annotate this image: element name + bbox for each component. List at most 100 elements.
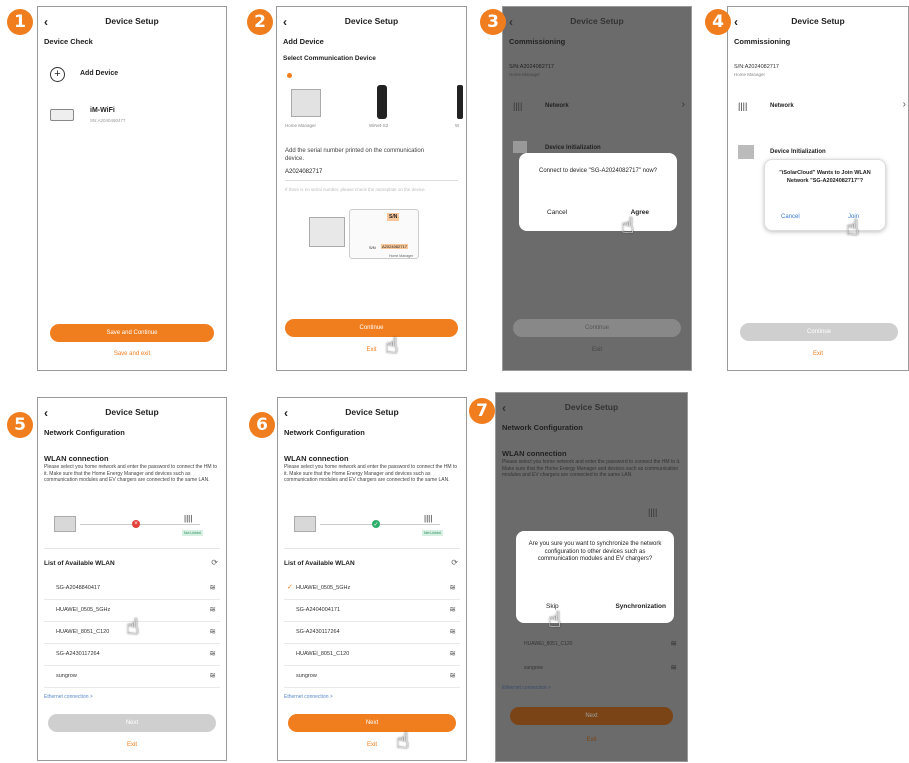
panel-3-commissioning: ‹ Device Setup Commissioning S/N:A202408… [502, 6, 692, 371]
wifi-icon: ≋ [449, 605, 456, 614]
wifi-icon: ≋ [209, 649, 216, 658]
sn-label-highlight: S/N [387, 213, 400, 221]
add-device-row[interactable]: + Add Device [50, 65, 210, 85]
section-title: Network Configuration [44, 428, 125, 437]
list-item[interactable]: HUAWEI_8051_C120 ≋ [502, 637, 681, 653]
list-title: List of Available WLAN [284, 560, 355, 567]
next-button[interactable]: Next [48, 714, 216, 732]
list-item[interactable]: SG-A2404004171 ≋ [284, 600, 460, 622]
continue-button[interactable]: Continue [513, 319, 681, 337]
network-name: HUAWEI_0505_5GHz [56, 607, 111, 613]
section-title: Device Check [44, 37, 93, 46]
device-item[interactable]: iM-WiFi SN:A2040490477 [50, 105, 220, 131]
list-item[interactable]: SG-A2430117264 ≋ [284, 622, 460, 644]
connection-diagram: × |||| Not Linked [48, 510, 218, 540]
sn-code-highlight: A2024082717 [381, 244, 408, 249]
synchronization-button[interactable]: Synchronization [615, 603, 666, 610]
list-item-selected[interactable]: ✓ HUAWEI_0505_5GHz ≋ [284, 578, 460, 600]
save-and-continue-button[interactable]: Save and Continue [50, 324, 214, 342]
pointing-hand-icon: ☝ [621, 213, 635, 238]
brand-label: Home Manager [389, 254, 414, 258]
home-manager-device-image[interactable] [291, 89, 321, 117]
section-title: Network Configuration [502, 423, 583, 432]
dialog-message: "iSolarCloud" Wants to Join WLAN Network… [779, 170, 871, 184]
network-icon: |||| [738, 101, 748, 111]
pointing-hand-icon: ☝ [396, 728, 410, 753]
hint-text: If there is no serial number, please che… [285, 187, 426, 192]
plus-circle-icon: + [50, 67, 65, 82]
network-label: Network [545, 103, 569, 109]
serial-number-text: S/N:A2024082717 [734, 64, 779, 70]
connect-device-dialog: Connect to device "SG-A2024082717" now? … [519, 153, 677, 231]
exit-link[interactable]: Exit [278, 742, 466, 748]
step-badge-7: 7 [469, 398, 495, 424]
device-sn: SN:A2040490477 [90, 118, 126, 123]
router-icon: |||| [424, 514, 433, 523]
network-name: SG-A2430117264 [296, 629, 340, 635]
continue-button[interactable]: Continue [285, 319, 458, 337]
router-icon [50, 109, 74, 121]
radio-selected-icon[interactable] [287, 73, 292, 78]
list-item[interactable]: sungrow ≋ [44, 666, 220, 688]
page-title: Device Setup [105, 16, 159, 26]
network-icon: |||| [513, 101, 523, 111]
section-title: Add Device [283, 37, 324, 46]
continue-button[interactable]: Continue [740, 323, 898, 341]
init-label: Device Initialization [545, 145, 601, 151]
network-row[interactable]: |||| Network › [509, 95, 685, 117]
exit-link[interactable]: Exit [503, 347, 691, 353]
wlan-description: Please select you home network and enter… [44, 464, 218, 483]
list-item[interactable]: sungrow ≋ [502, 661, 681, 677]
ethernet-connection-link[interactable]: Ethernet connection > [502, 685, 551, 691]
network-name: SG-A2404004171 [296, 607, 341, 613]
exit-link[interactable]: Exit [38, 742, 226, 748]
network-name: SG-A2430117264 [56, 651, 100, 657]
refresh-icon[interactable]: ⟳ [211, 558, 218, 567]
save-and-exit-link[interactable]: Save and exit [38, 351, 226, 357]
cancel-button[interactable]: Cancel [781, 214, 800, 220]
network-name: HUAWEI_8051_C120 [296, 651, 350, 657]
device-name: iM-WiFi [90, 107, 115, 114]
wifi-icon: ≋ [449, 649, 456, 658]
ethernet-connection-link[interactable]: Ethernet connection > [44, 694, 93, 700]
exit-link[interactable]: Exit [496, 737, 687, 743]
list-title: List of Available WLAN [44, 560, 115, 567]
exit-link[interactable]: Exit [728, 351, 908, 357]
network-name: sungrow [56, 673, 77, 679]
nameplate-illustration: S/N S/N A2024082717 Home Manager [309, 207, 429, 267]
next-button[interactable]: Next [510, 707, 673, 725]
subsection-title: Select Communication Device [283, 55, 376, 62]
cancel-button[interactable]: Cancel [547, 209, 567, 216]
wlan-title: WLAN connection [284, 454, 349, 463]
third-device-image[interactable] [457, 85, 463, 119]
list-item[interactable]: SG-A2048840417 ≋ [44, 578, 220, 600]
wifi-icon: ≋ [670, 639, 677, 648]
pointing-hand-icon: ☝ [126, 614, 140, 639]
list-item[interactable]: sungrow ≋ [284, 666, 460, 688]
list-item[interactable]: SG-A2430117264 ≋ [44, 644, 220, 666]
network-name: HUAWEI_8051_C120 [56, 629, 110, 635]
router-icon: |||| [184, 514, 193, 523]
serial-number-input[interactable]: A2024082717 [285, 169, 458, 181]
wifi-icon: ≋ [209, 671, 216, 680]
panel-2-add-device: ‹ Device Setup Add Device Select Communi… [276, 6, 467, 371]
list-item[interactable]: HUAWEI_8051_C120 ≋ [284, 644, 460, 666]
exit-link[interactable]: Exit [277, 347, 466, 353]
link-status-badge: Net Linked [422, 530, 443, 536]
step-badge-6: 6 [249, 412, 275, 438]
ethernet-connection-link[interactable]: Ethernet connection > [284, 694, 333, 700]
winet-device-image[interactable] [377, 85, 387, 119]
next-button[interactable]: Next [288, 714, 456, 732]
link-status-badge: Not Linked [182, 530, 203, 536]
section-title: Network Configuration [284, 428, 365, 437]
instruction-text: Add the serial number printed on the com… [285, 148, 425, 162]
wifi-icon: ≋ [449, 671, 456, 680]
page-title: Device Setup [564, 402, 619, 412]
network-row[interactable]: |||| Network › [734, 95, 908, 117]
wifi-icon: ≋ [449, 627, 456, 636]
step-badge-2: 2 [247, 9, 273, 35]
panel-6-network-config: ‹ Device Setup Network Configuration WLA… [277, 397, 467, 761]
refresh-icon[interactable]: ⟳ [451, 558, 458, 567]
page-title: Device Setup [791, 16, 845, 26]
chevron-right-icon: › [902, 99, 906, 110]
